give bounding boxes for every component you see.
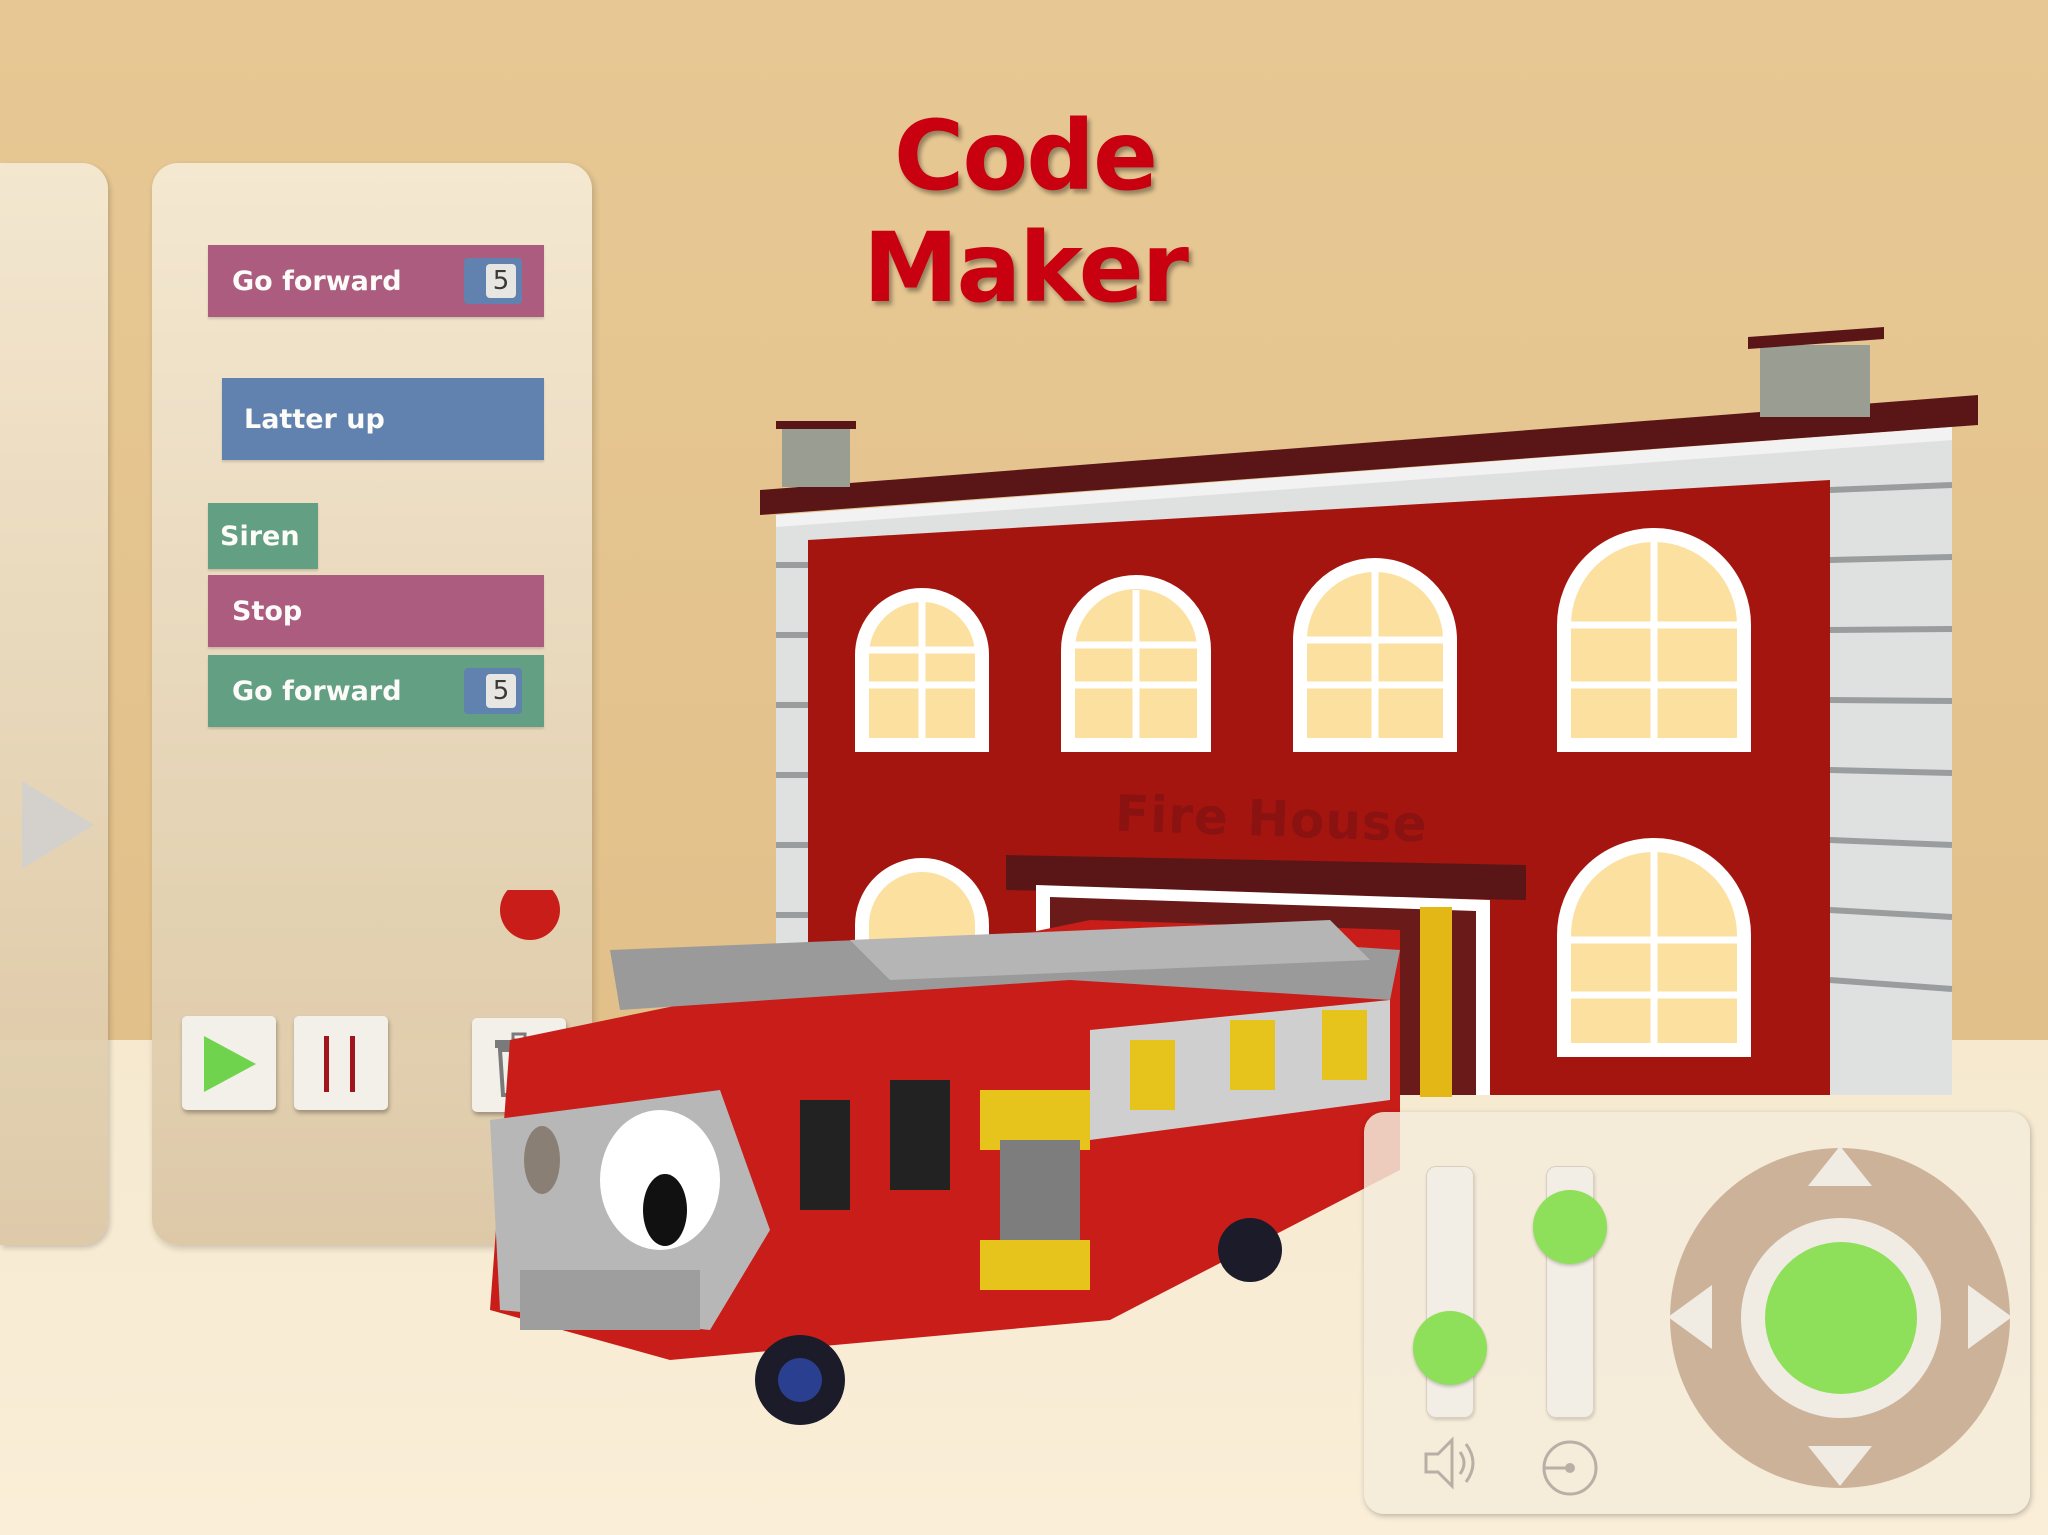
speed-slider-knob[interactable] (1533, 1190, 1607, 1264)
block-label: Siren (220, 520, 300, 552)
block-value-input[interactable]: 5 (464, 668, 522, 714)
volume-icon (1424, 1436, 1475, 1490)
side-panel-collapsed (0, 163, 108, 1245)
play-icon (204, 1036, 256, 1092)
expand-arrow-icon[interactable] (22, 781, 94, 869)
code-block-siren[interactable]: Siren (208, 503, 318, 569)
block-label: Go forward (232, 675, 402, 707)
pause-button[interactable] (294, 1016, 388, 1110)
speed-icon (1542, 1440, 1598, 1496)
code-block-go-forward[interactable]: Go forward 5 (208, 245, 544, 317)
code-block-go-forward-2[interactable]: Go forward 5 (208, 655, 544, 727)
dpad-left-arrow-icon[interactable] (1668, 1285, 1712, 1349)
block-label: Latter up (244, 403, 385, 435)
volume-slider-knob[interactable] (1413, 1311, 1487, 1385)
dpad-up-arrow-icon[interactable] (1808, 1146, 1872, 1186)
dpad-center-button[interactable] (1765, 1242, 1917, 1394)
fire-truck-character (490, 890, 1400, 1425)
game-title: Code Maker (862, 100, 1189, 324)
dpad-down-arrow-icon[interactable] (1808, 1446, 1872, 1486)
code-block-stop[interactable]: Stop (208, 575, 544, 647)
code-block-latter-up[interactable]: Latter up (222, 378, 544, 460)
dpad-right-arrow-icon[interactable] (1968, 1285, 2012, 1349)
block-label: Stop (232, 595, 303, 627)
play-button[interactable] (182, 1016, 276, 1110)
block-label: Go forward (232, 265, 402, 297)
block-value-input[interactable]: 5 (464, 258, 522, 304)
fire-house-sign: Fire House (1114, 784, 1429, 854)
